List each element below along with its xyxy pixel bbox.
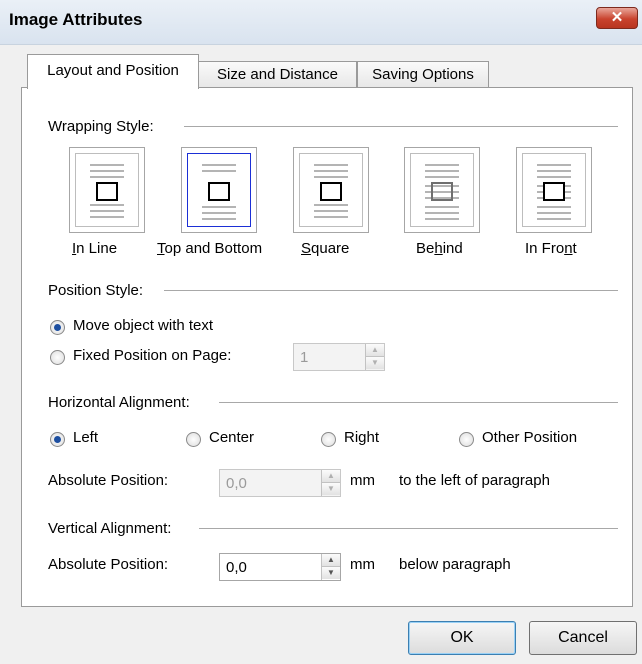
v-absolute-position-value: 0,0 [226,559,247,576]
v-position-suffix: below paragraph [399,556,511,573]
wrap-inline-icon [75,153,139,227]
horizontal-alignment-label: Horizontal Alignment: [48,394,190,411]
wrap-in-front-icon [522,153,586,227]
tab-layout-and-position[interactable]: Layout and Position [27,54,199,89]
wrapping-style-label: Wrapping Style: [48,118,154,135]
h-absolute-position-value: 0,0 [226,475,247,492]
wrap-behind-option[interactable] [404,147,480,233]
wrap-behind-icon [410,153,474,227]
v-unit-label: mm [350,556,375,573]
fixed-position-label[interactable]: Fixed Position on Page: [73,347,231,364]
h-align-right-label[interactable]: Right [344,429,379,446]
v-absolute-position-label: Absolute Position: [48,556,169,573]
h-align-other-label[interactable]: Other Position [482,429,577,446]
h-align-center-radio[interactable] [186,432,201,447]
title-bar[interactable]: Image Attributes ✕ [0,0,642,45]
position-style-label: Position Style: [48,282,144,299]
h-position-suffix: to the left of paragraph [399,472,550,489]
spin-down-icon[interactable]: ▼ [366,357,384,369]
wrap-in-front-label: In Front [525,240,577,257]
h-align-right-radio[interactable] [321,432,336,447]
spin-up-icon[interactable]: ▲ [366,344,384,357]
wrap-inline-option[interactable] [69,147,145,233]
spin-up-icon[interactable]: ▲ [322,470,340,483]
h-align-center-label[interactable]: Center [209,429,254,446]
h-absolute-position-spinner[interactable]: 0,0 ▲ ▼ [219,469,341,497]
wrap-top-bottom-label: Top and Bottom [157,240,263,257]
wrap-square-option[interactable] [293,147,369,233]
tab-label: Layout and Position [47,62,179,79]
tab-saving-options[interactable]: Saving Options [357,61,489,88]
spin-down-icon[interactable]: ▼ [322,567,340,579]
section-divider [219,402,618,403]
close-icon: ✕ [610,9,624,26]
section-divider [164,290,618,291]
wrap-square-icon [299,153,363,227]
tab-label: Size and Distance [217,66,338,83]
h-align-left-label[interactable]: Left [73,429,98,446]
v-absolute-position-spinner[interactable]: 0,0 ▲ ▼ [219,553,341,581]
h-align-other-radio[interactable] [459,432,474,447]
ok-label: OK [450,629,474,646]
tab-size-and-distance[interactable]: Size and Distance [198,61,357,88]
close-button[interactable]: ✕ [596,7,638,29]
vertical-alignment-label: Vertical Alignment: [48,520,172,537]
wrap-top-bottom-icon [187,153,251,227]
wrap-behind-label: Behind [416,240,463,257]
wrap-square-label: Square [301,240,350,257]
section-divider [199,528,618,529]
window-title: Image Attributes [9,10,143,29]
page-number-spinner[interactable]: 1 ▲ ▼ [293,343,385,371]
ok-button[interactable]: OK [408,621,516,655]
move-with-text-label[interactable]: Move object with text [73,317,213,334]
spin-down-icon[interactable]: ▼ [322,483,340,495]
wrap-inline-label: In Line [72,240,118,257]
h-absolute-position-label: Absolute Position: [48,472,169,489]
page-number-value: 1 [300,349,309,366]
tab-panel-layout: Wrapping Style: In Line Top and Bottom S… [21,87,633,607]
move-with-text-radio[interactable] [50,320,65,335]
wrap-in-front-option[interactable] [516,147,592,233]
h-unit-label: mm [350,472,375,489]
cancel-button[interactable]: Cancel [529,621,637,655]
h-align-left-radio[interactable] [50,432,65,447]
fixed-position-radio[interactable] [50,350,65,365]
tab-label: Saving Options [372,66,474,83]
spin-up-icon[interactable]: ▲ [322,554,340,567]
section-divider [184,126,618,127]
wrap-top-bottom-option[interactable] [181,147,257,233]
cancel-label: Cancel [558,629,608,646]
image-attributes-dialog: Image Attributes ✕ Layout and Position S… [0,0,642,664]
